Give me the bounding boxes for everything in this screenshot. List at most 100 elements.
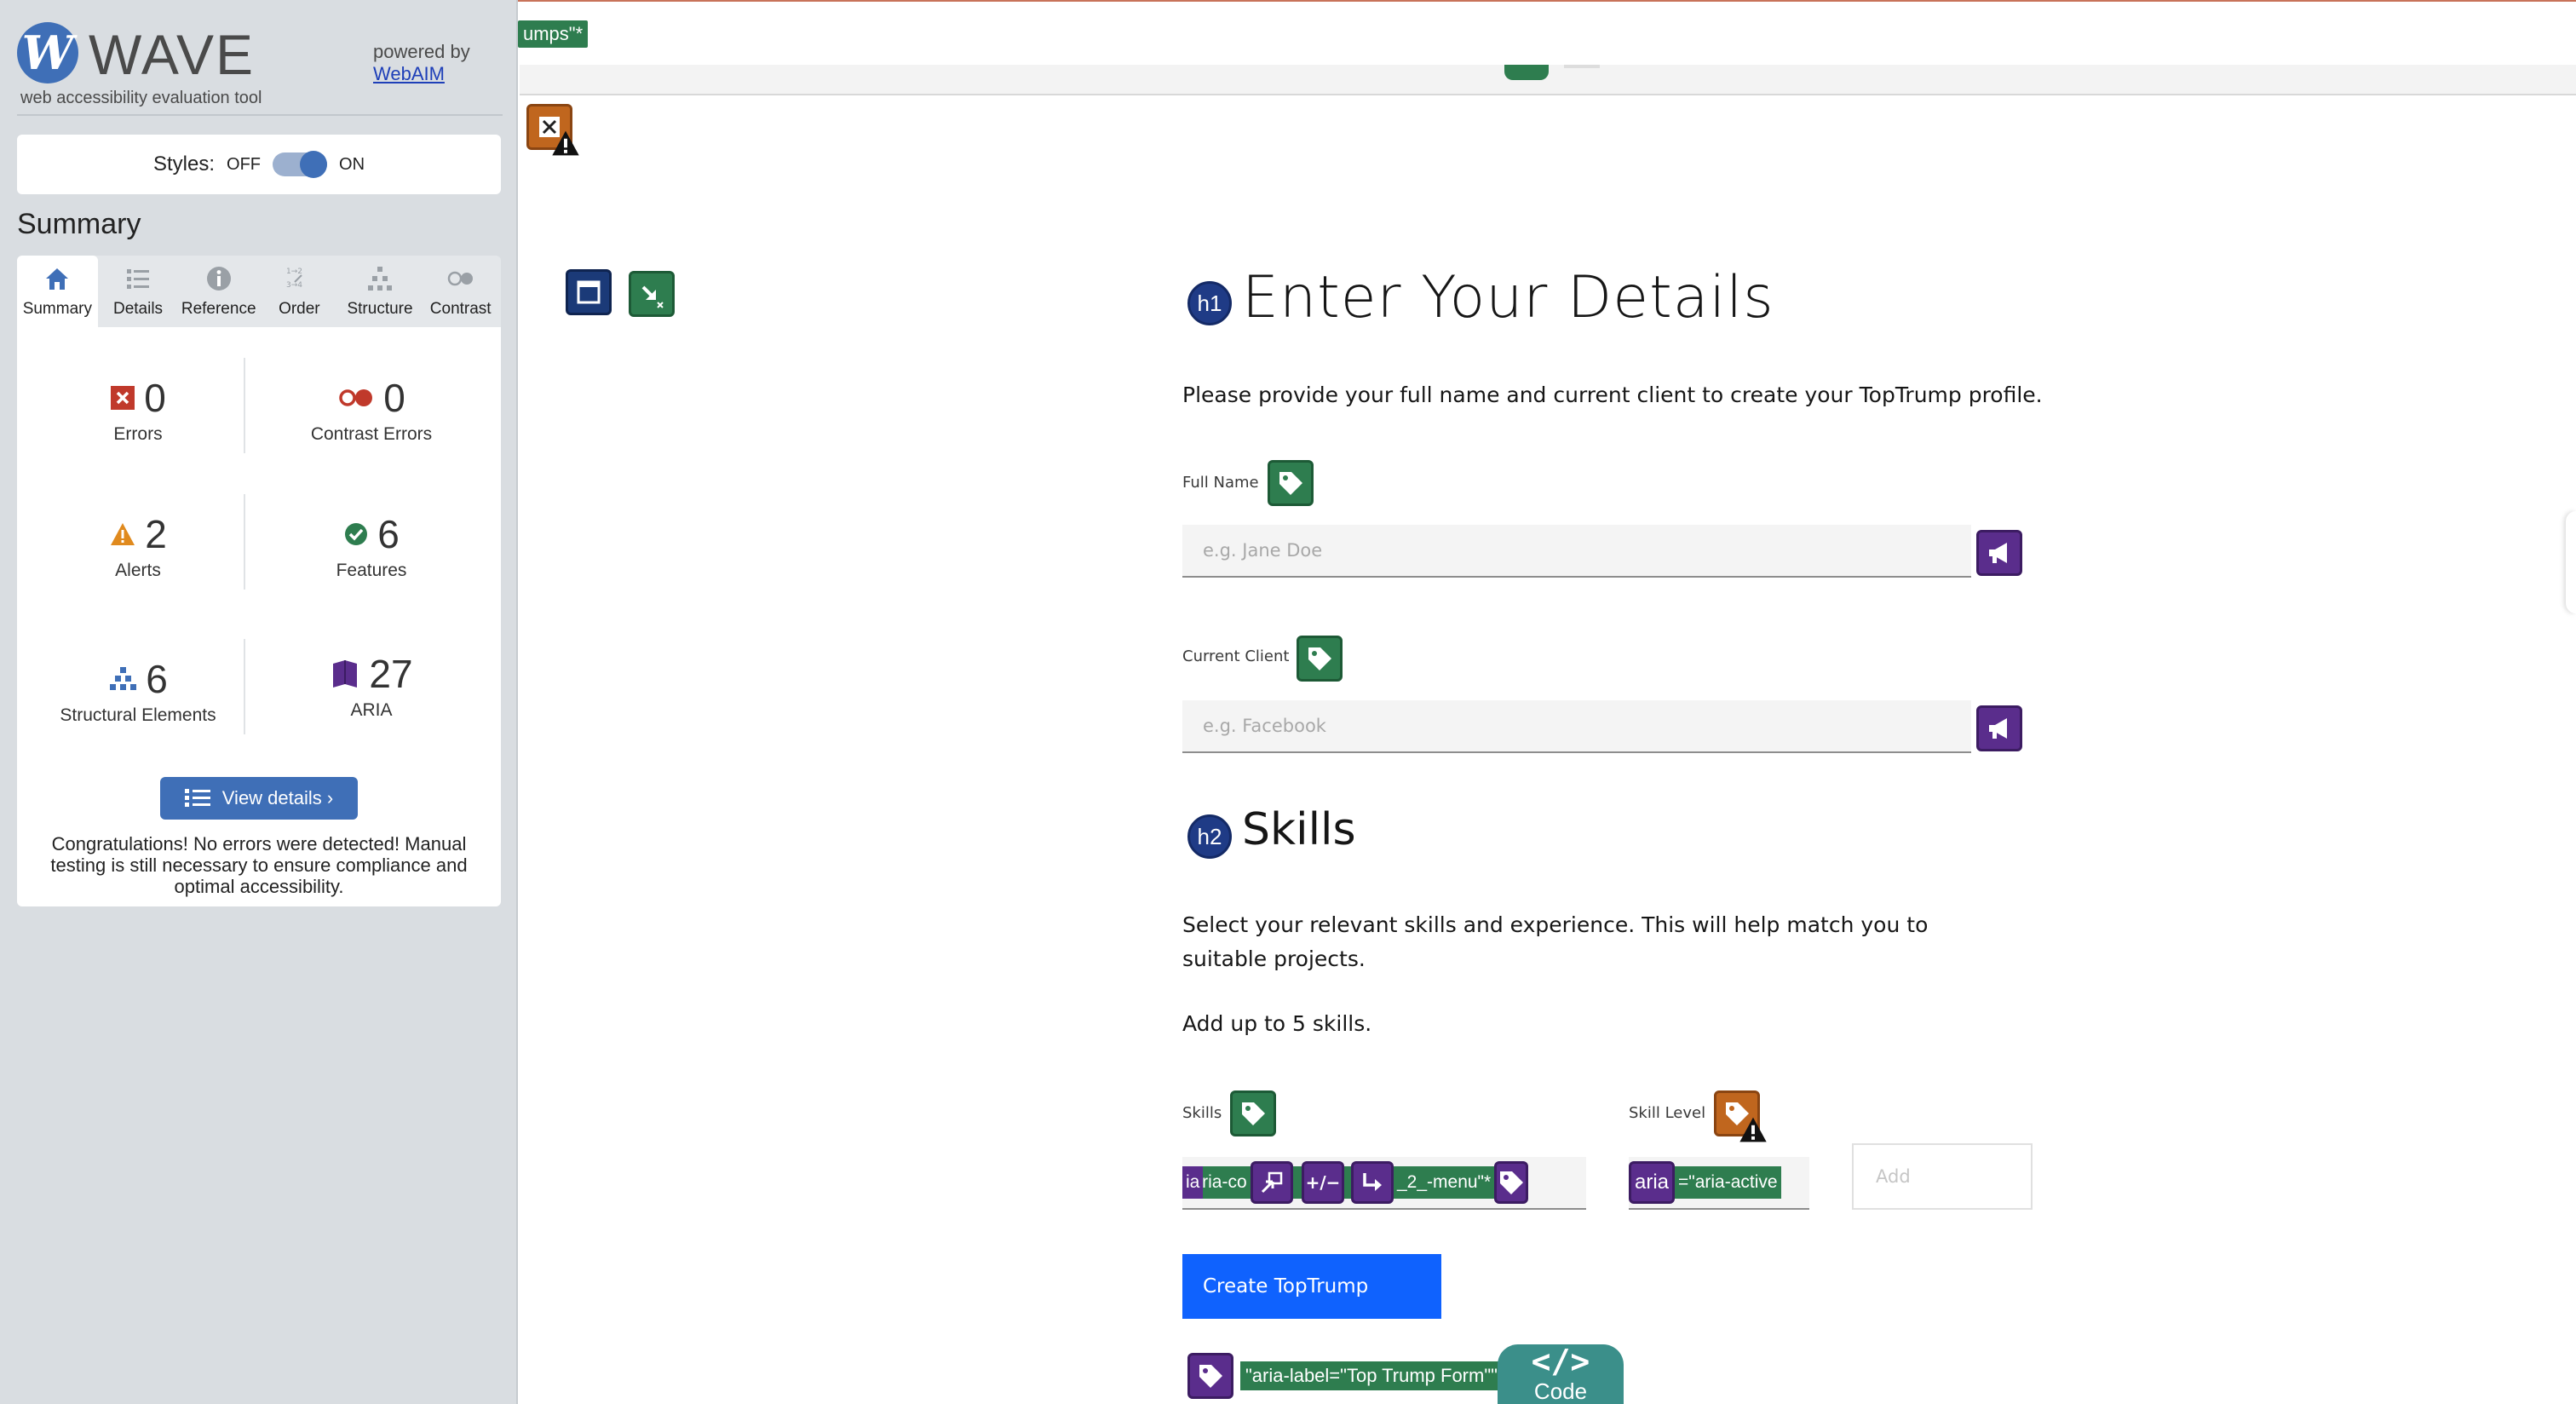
styles-off-label: OFF xyxy=(227,154,262,174)
svg-text:1→2: 1→2 xyxy=(286,268,302,276)
svg-text:3→4: 3→4 xyxy=(286,281,302,290)
aria-controls-icon[interactable] xyxy=(1351,1161,1394,1204)
skills-limit-text: Add up to 5 skills. xyxy=(1182,1011,1372,1036)
aria-book-icon xyxy=(333,660,358,688)
tab-summary-label: Summary xyxy=(22,300,92,318)
feature-icon-partial[interactable] xyxy=(1504,65,1549,80)
structure-region-icon[interactable] xyxy=(566,269,612,315)
label-feature-icon[interactable] xyxy=(1230,1090,1276,1136)
wave-logo: W WAVE web accessibility evaluation tool… xyxy=(17,19,503,107)
contrast-errors-label: Contrast Errors xyxy=(310,424,433,444)
webaim-link[interactable]: WebAIM xyxy=(373,63,470,85)
aria-label-icon[interactable] xyxy=(1494,1161,1529,1204)
redirect-arrow-icon xyxy=(1363,1173,1382,1191)
contrast-error-icon xyxy=(339,389,373,406)
label-feature-icon[interactable] xyxy=(1268,460,1314,506)
styles-toggle[interactable] xyxy=(273,151,328,178)
code-icon: </> xyxy=(1531,1343,1590,1380)
tab-order[interactable]: 1→2 3→4 Order xyxy=(259,256,340,327)
aria-label: ARIA xyxy=(350,700,393,720)
skill-level-combobox[interactable]: aria aria ="aria-active xyxy=(1629,1157,1809,1210)
warning-badge-icon xyxy=(552,130,579,156)
full-name-label: Full Name xyxy=(1182,474,1259,492)
info-icon xyxy=(206,267,231,291)
stat-structural[interactable]: 6 Structural Elements xyxy=(27,656,249,726)
feature-check-icon xyxy=(345,523,368,545)
list-icon xyxy=(184,789,210,807)
add-skill-input[interactable]: Add xyxy=(1852,1143,2033,1210)
contrast-errors-count: 0 xyxy=(383,376,405,420)
styles-on-label: ON xyxy=(339,154,365,174)
alerts-count: 2 xyxy=(145,512,167,556)
skip-arrow-icon xyxy=(641,285,664,308)
stat-separator xyxy=(244,639,245,734)
aria-live-icon[interactable] xyxy=(1976,705,2022,751)
wave-logo-word: WAVE xyxy=(89,23,256,86)
wave-tabs: Summary Details Reference 1→2 3→4 Order S… xyxy=(17,256,501,327)
top-bar-mark xyxy=(1564,65,1600,68)
tab-details[interactable]: Details xyxy=(98,256,179,327)
skip-link-icon[interactable] xyxy=(629,271,675,317)
warning-badge-icon xyxy=(1739,1117,1767,1142)
aria-icon[interactable]: aria xyxy=(1629,1161,1675,1204)
h1-badge[interactable]: h1 xyxy=(1187,281,1232,325)
structural-icon xyxy=(110,667,137,690)
summary-panel: 0 Errors 0 Contrast Errors 2 Alerts 6 Fe… xyxy=(17,327,501,906)
tab-structure-label: Structure xyxy=(347,300,413,318)
aria-label-icon[interactable] xyxy=(1187,1353,1233,1399)
tab-contrast[interactable]: Contrast xyxy=(420,256,501,327)
tag-icon xyxy=(1199,1365,1222,1388)
popup-arrow-icon xyxy=(1261,1171,1283,1194)
tab-details-label: Details xyxy=(112,300,164,318)
errors-count: 0 xyxy=(144,376,166,420)
tag-icon xyxy=(1500,1171,1524,1194)
create-toptrump-button[interactable]: Create TopTrump xyxy=(1182,1254,1441,1319)
client-label: Current Client xyxy=(1182,647,1290,665)
tag-icon xyxy=(1308,647,1331,670)
tag-icon xyxy=(1279,472,1302,495)
h2-badge[interactable]: h2 xyxy=(1187,814,1232,859)
full-name-input[interactable]: e.g. Jane Doe xyxy=(1182,525,1971,578)
stat-aria[interactable]: 27 ARIA xyxy=(261,651,482,721)
page-top-border xyxy=(518,0,2576,2)
stat-errors[interactable]: 0 Errors xyxy=(27,375,249,445)
alert-image-icon[interactable] xyxy=(526,104,579,156)
page-edge-handle[interactable] xyxy=(2566,511,2576,613)
stat-alerts[interactable]: 2 Alerts xyxy=(27,511,249,581)
aria-expanded-icon[interactable]: +/− xyxy=(1302,1161,1344,1204)
alerts-label: Alerts xyxy=(115,561,161,580)
aria-fragment: ia xyxy=(1182,1166,1204,1199)
aria-live-icon[interactable] xyxy=(1976,530,2022,576)
structural-label: Structural Elements xyxy=(60,705,216,725)
stat-separator xyxy=(244,358,245,453)
intro-text: Please provide your full name and curren… xyxy=(1182,383,2043,407)
contrast-icon xyxy=(447,271,473,286)
errors-label: Errors xyxy=(113,424,163,444)
order-icon: 1→2 3→4 xyxy=(286,268,302,290)
code-toggle-button[interactable]: </> Code xyxy=(1498,1344,1624,1404)
error-icon xyxy=(111,386,135,410)
stat-features[interactable]: 6 Features xyxy=(261,511,482,581)
features-count: 6 xyxy=(377,512,400,556)
tab-reference-label: Reference xyxy=(181,300,256,318)
skills-combobox[interactable]: ia "aria-co +/− _2_-menu"* xyxy=(1182,1157,1586,1210)
home-icon xyxy=(46,268,69,290)
aria-count: 27 xyxy=(369,652,413,696)
tag-icon xyxy=(1242,1102,1265,1125)
aria-label-fragment: "aria-label="Top Trump Form"" xyxy=(1240,1361,1503,1390)
view-details-button[interactable]: View details › xyxy=(160,777,358,820)
list-icon xyxy=(127,269,149,289)
tab-summary[interactable]: Summary xyxy=(17,256,98,327)
tab-structure[interactable]: Structure xyxy=(340,256,421,327)
aria-attr-fragment: ="aria-active xyxy=(1675,1166,1781,1199)
view-details-label: View details › xyxy=(221,787,334,808)
aria-popup-icon[interactable] xyxy=(1251,1161,1293,1204)
page-title: Enter Your Details xyxy=(1242,264,1774,331)
tab-reference[interactable]: Reference xyxy=(178,256,259,327)
stat-contrast-errors[interactable]: 0 Contrast Errors xyxy=(261,375,482,445)
label-alert-icon[interactable] xyxy=(1714,1090,1767,1142)
client-input[interactable]: e.g. Facebook xyxy=(1182,700,1971,753)
structure-icon xyxy=(368,267,393,291)
congrats-message: Congratulations! No errors were detected… xyxy=(50,833,468,897)
label-feature-icon[interactable] xyxy=(1297,636,1343,682)
